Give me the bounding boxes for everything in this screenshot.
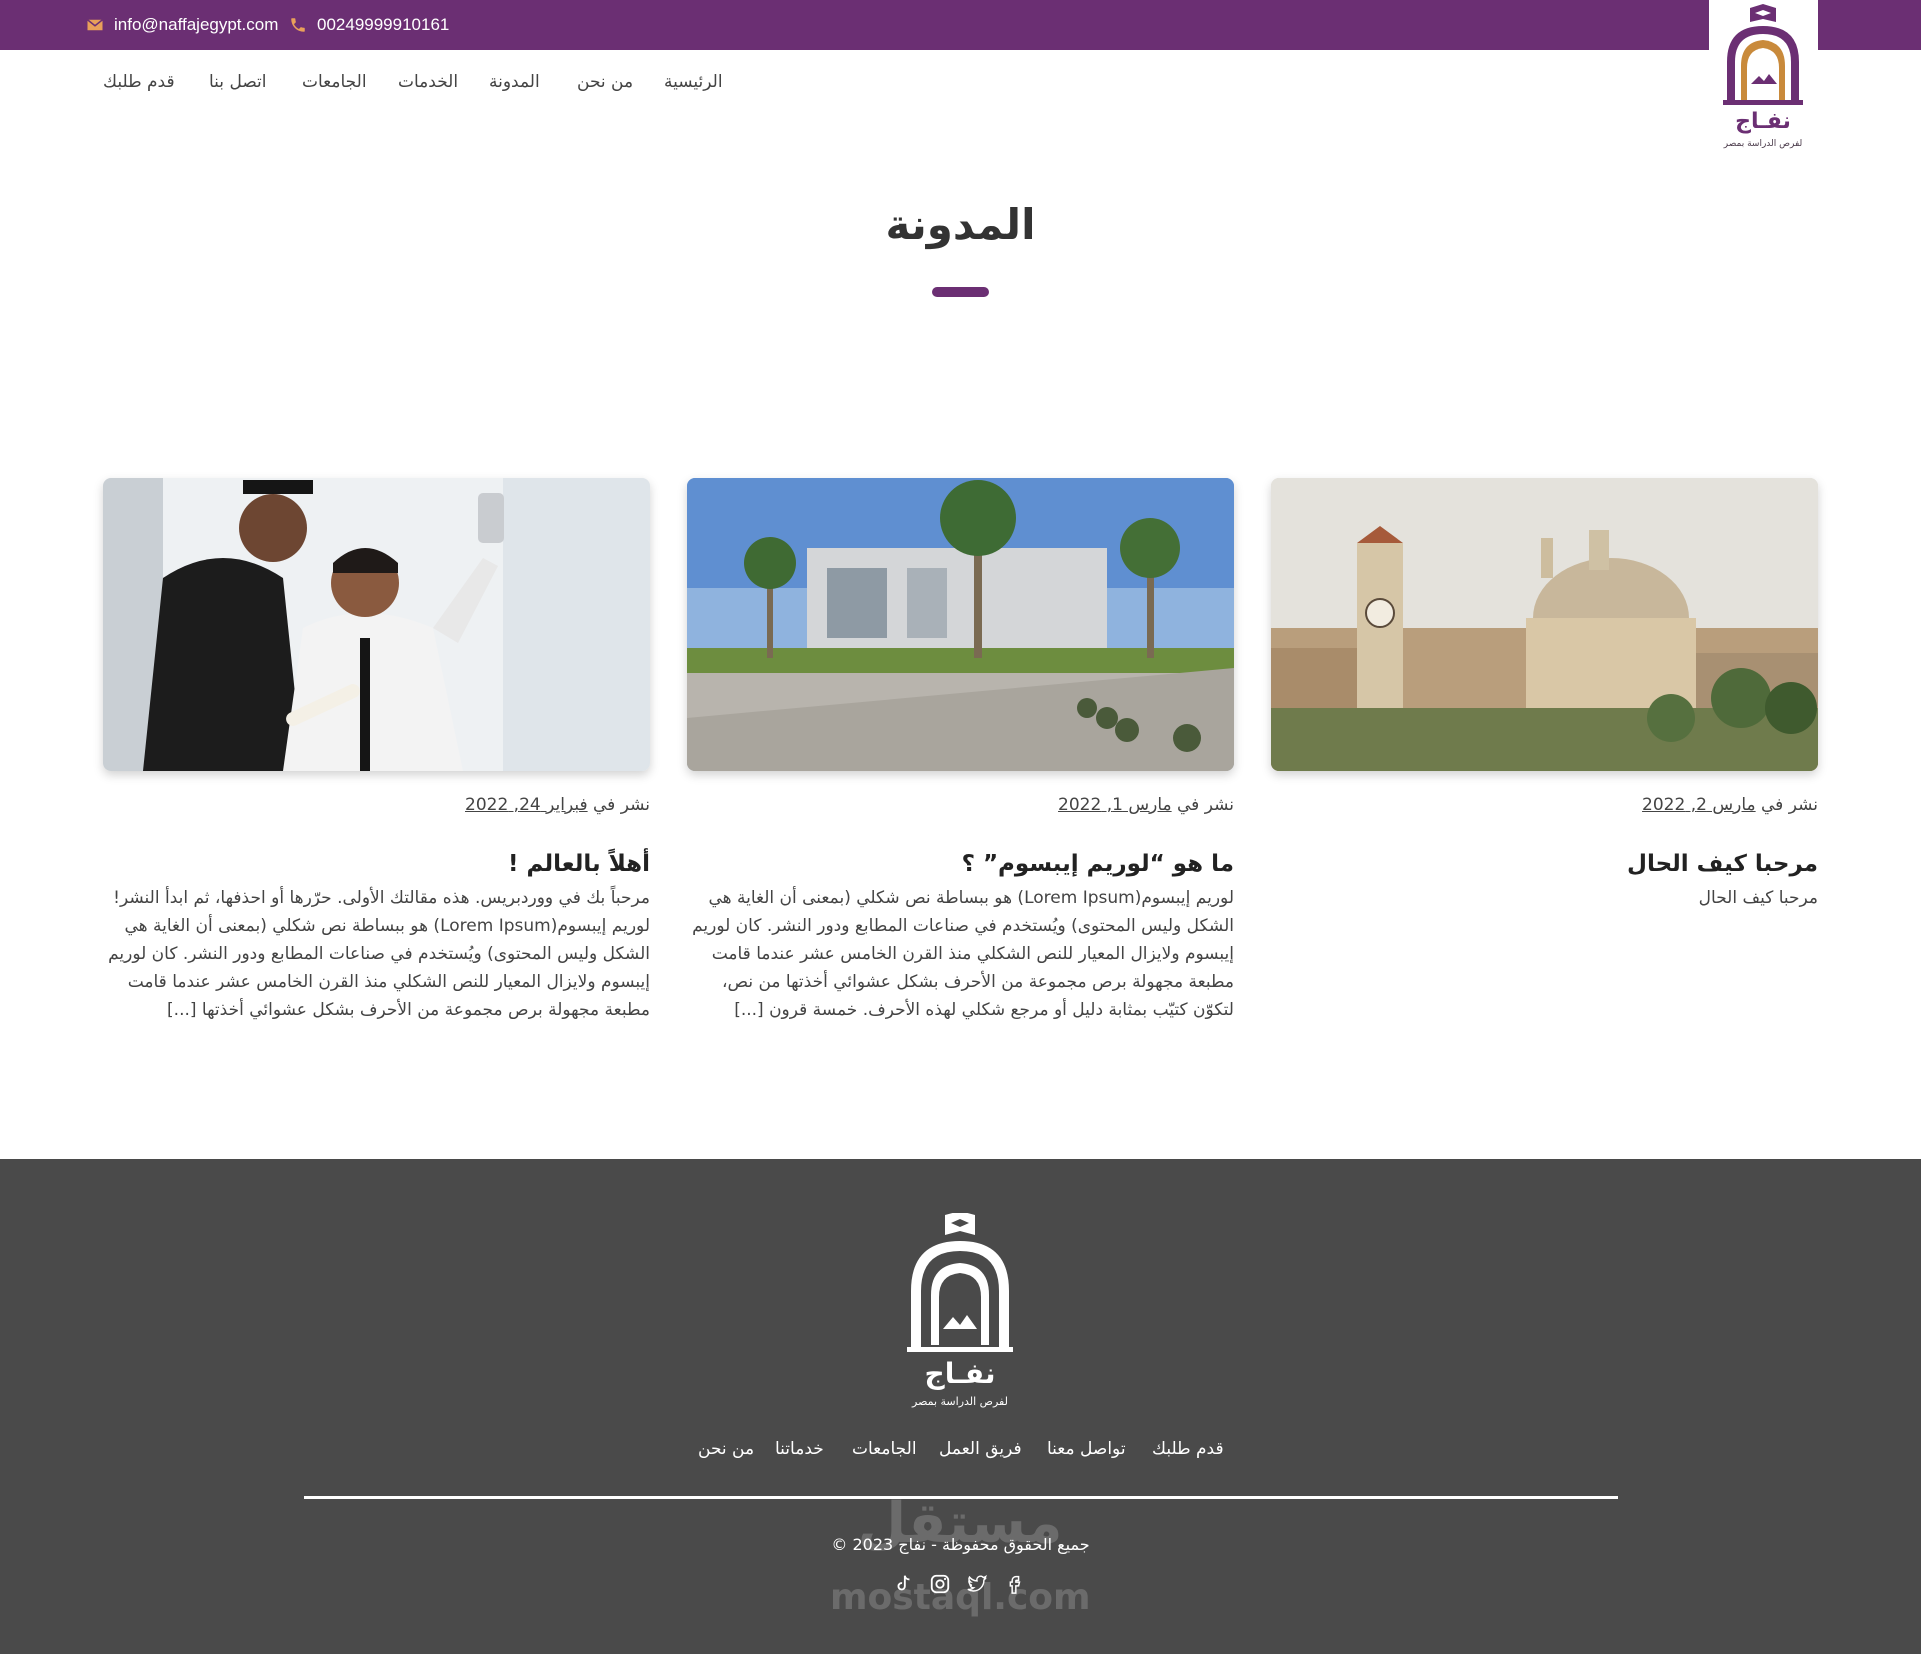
- post-meta: نشر في فبراير 24, 2022: [465, 795, 650, 815]
- nav-item-services[interactable]: الخدمات: [398, 60, 458, 104]
- logo-tagline: لفرص الدراسة بمصر: [1723, 139, 1803, 149]
- footer-logo-graphic: نفـاج لفرص الدراسة بمصر: [907, 1211, 1013, 1408]
- post-excerpt: مرحبا كيف الحال: [1698, 888, 1818, 908]
- nav-item-contact[interactable]: اتصل بنا: [209, 60, 267, 104]
- post-image-link[interactable]: [687, 478, 1234, 771]
- nav-item-home[interactable]: الرئيسية: [664, 60, 723, 104]
- phone-link[interactable]: 00249999910161: [289, 0, 449, 50]
- post-date[interactable]: مارس 1, 2022: [1058, 795, 1172, 815]
- post-title[interactable]: أهلاً بالعالم !: [103, 851, 650, 877]
- post-card: نشر في مارس 2, 2022 مرحبا كيف الحال مرحب…: [1271, 478, 1818, 1058]
- post-meta: نشر في مارس 2, 2022: [1642, 795, 1818, 815]
- envelope-icon: [87, 19, 103, 31]
- footer-link-universities[interactable]: الجامعات: [852, 1439, 917, 1459]
- footer-link-apply[interactable]: قدم طلبك: [1152, 1439, 1224, 1459]
- post-date[interactable]: فبراير 24, 2022: [465, 795, 588, 815]
- site-footer: نفـاج لفرص الدراسة بمصر قدم طلبك تواصل م…: [0, 1159, 1921, 1654]
- post-excerpt: لوريم إيبسوم(Lorem Ipsum) هو ببساطة نص ش…: [692, 888, 1234, 1020]
- page-title: المدونة: [885, 200, 1036, 249]
- post-meta-prefix: نشر في: [1177, 795, 1234, 815]
- footer-logo-name: نفـاج: [925, 1357, 996, 1391]
- post-meta-prefix: نشر في: [1761, 795, 1818, 815]
- footer-link-services[interactable]: خدماتنا: [775, 1439, 824, 1459]
- phone-icon: [291, 18, 305, 32]
- watermark-arabic: مستقل: [857, 1491, 1063, 1556]
- post-meta: نشر في مارس 1, 2022: [1058, 795, 1234, 815]
- footer-nav: قدم طلبك تواصل معنا فريق العمل الجامعات …: [0, 1439, 1921, 1465]
- post-meta-prefix: نشر في: [593, 795, 650, 815]
- graduates-image: [103, 478, 650, 771]
- watermark: مستقل mostaql.com: [830, 1491, 1091, 1651]
- watermark-english: mostaql.com: [830, 1577, 1091, 1618]
- main-nav: الرئيسية من نحن المدونة الخدمات الجامعات…: [0, 60, 1921, 104]
- post-date[interactable]: مارس 2, 2022: [1642, 795, 1756, 815]
- post-title[interactable]: ما هو “لوريم إيبسوم” ؟: [687, 851, 1234, 877]
- post-excerpt: مرحباً بك في ووردبريس. هذه مقالتك الأولى…: [108, 888, 650, 1020]
- footer-logo-tagline: لفرص الدراسة بمصر: [911, 1395, 1008, 1408]
- post-title[interactable]: مرحبا كيف الحال: [1271, 851, 1818, 877]
- footer-logo[interactable]: نفـاج لفرص الدراسة بمصر: [895, 1211, 1026, 1413]
- footer-link-team[interactable]: فريق العمل: [939, 1439, 1022, 1459]
- nav-item-universities[interactable]: الجامعات: [302, 60, 367, 104]
- email-text: info@naffajegypt.com: [114, 15, 279, 34]
- post-card: نشر في فبراير 24, 2022 أهلاً بالعالم ! م…: [103, 478, 650, 1058]
- phone-text: 00249999910161: [317, 15, 450, 34]
- nav-item-about[interactable]: من نحن: [577, 60, 633, 104]
- nav-item-apply[interactable]: قدم طلبك: [103, 60, 175, 104]
- campus-image: [687, 478, 1234, 771]
- footer-link-about[interactable]: من نحن: [698, 1439, 754, 1459]
- university-dome-image: [1271, 478, 1818, 771]
- top-bar: info@naffajegypt.com 00249999910161: [0, 0, 1921, 50]
- post-card: نشر في مارس 1, 2022 ما هو “لوريم إيبسوم”…: [687, 478, 1234, 1058]
- post-image-link[interactable]: [1271, 478, 1818, 771]
- logo-name: نفـاج: [1735, 109, 1791, 134]
- title-underline: [932, 287, 989, 297]
- nav-item-blog[interactable]: المدونة: [489, 60, 540, 104]
- post-image-link[interactable]: [103, 478, 650, 771]
- email-link[interactable]: info@naffajegypt.com: [86, 0, 278, 50]
- footer-link-contact[interactable]: تواصل معنا: [1047, 1439, 1126, 1459]
